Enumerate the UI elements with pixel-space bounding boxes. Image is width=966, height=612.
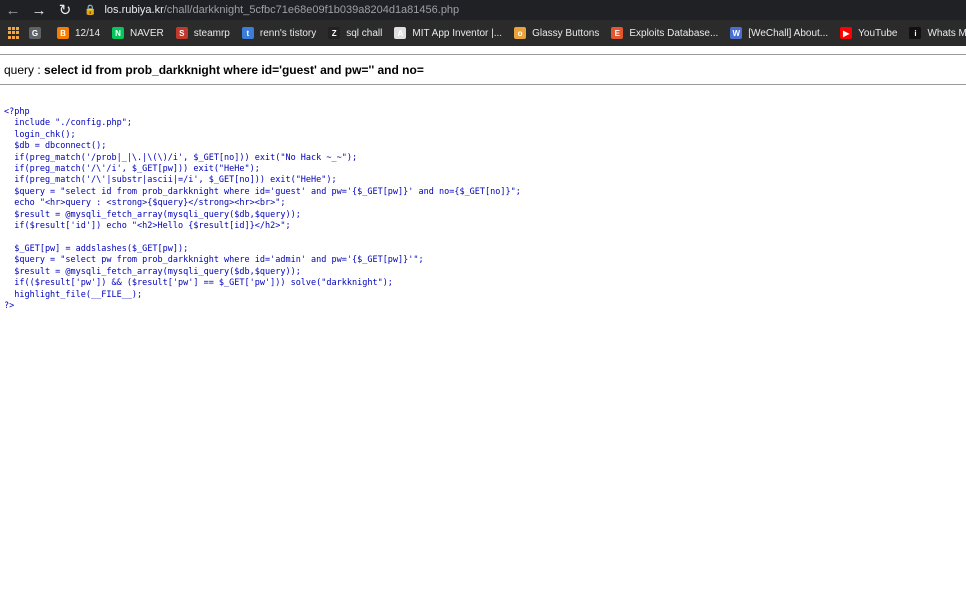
source-line: include "./config.php";: [4, 118, 132, 129]
app-inventor-icon: A: [394, 27, 407, 39]
php-source-code: <?php include "./config.php"; login_chk(…: [4, 107, 521, 312]
bookmark-item[interactable]: Zsql chall: [328, 27, 382, 39]
bookmark-item[interactable]: i Whats My IP A: [909, 27, 966, 39]
source-line: echo "<hr>query : <strong>{$query}</stro…: [4, 198, 286, 209]
globe-icon: G: [29, 27, 41, 39]
blogger-icon: B: [57, 27, 69, 39]
bookmark-label: Exploits Database...: [629, 27, 719, 39]
apps-grid-icon[interactable]: [8, 27, 19, 39]
bookmark-label: steamrp: [193, 27, 230, 39]
bookmark-item[interactable]: t renn's tistory: [241, 27, 317, 39]
bookmark-item[interactable]: W [WeChall] About...: [730, 27, 828, 39]
glassy-icon: o: [514, 27, 527, 39]
bookmark-item[interactable]: o Glassy Buttons: [514, 27, 599, 39]
back-arrow-icon[interactable]: ←: [0, 0, 26, 20]
bookmark-label: MIT App Inventor |...: [412, 27, 503, 39]
reload-icon[interactable]: ↻: [52, 0, 78, 20]
query-prefix: query :: [4, 63, 45, 77]
query-sql: select id from prob_darkknight where id=…: [44, 63, 424, 77]
youtube-icon: ▶: [840, 27, 853, 39]
source-line: if(preg_match('/prob|_|\.|\(\)/i', $_GET…: [4, 152, 358, 163]
naver-icon: N: [112, 27, 125, 39]
bookmark-label: Whats My IP A: [927, 27, 966, 39]
bookmark-label: 12/14: [75, 27, 101, 39]
lock-icon: 🔒: [84, 4, 97, 16]
ip-icon: i: [909, 27, 922, 39]
browser-toolbar: ← → ↻ 🔒 los.rubiya.kr /chall/darkknight_…: [0, 0, 966, 20]
bookmark-label: Glassy Buttons: [532, 27, 600, 39]
bookmark-item[interactable]: B 12/14: [57, 27, 100, 39]
source-line: if(preg_match('/\'/i', $_GET[pw])) exit(…: [4, 164, 260, 175]
exploitdb-icon: E: [611, 27, 624, 39]
source-line: $_GET[pw] = addslashes($_GET[pw]);: [4, 243, 189, 254]
tistory-icon: t: [241, 27, 254, 39]
source-line: ?>: [4, 300, 15, 311]
source-line: $result = @mysqli_fetch_array(mysqli_que…: [4, 209, 301, 220]
bookmark-item[interactable]: ▶ YouTube: [840, 27, 897, 39]
wechall-icon: W: [730, 27, 743, 39]
divider-top: [0, 54, 966, 55]
bookmark-label: [WeChall] About...: [748, 27, 829, 39]
source-line: <?php: [4, 107, 30, 117]
divider-bottom: [0, 84, 966, 85]
bookmarks-bar: G B 12/14 N NAVER Ssteamrp t renn's tistory Zsql…: [0, 20, 966, 46]
source-line: $result = @mysqli_fetch_array(mysqli_que…: [4, 266, 301, 277]
bookmark-item[interactable]: N NAVER: [112, 27, 164, 39]
bookmark-item[interactable]: A MIT App Inventor |...: [394, 27, 502, 39]
source-line: if($result['id']) echo "<h2>Hello {$resu…: [4, 221, 291, 232]
source-line: $db = dbconnect();: [4, 141, 107, 152]
z-icon: Z: [328, 27, 341, 39]
query-line: query : select id from prob_darkknight w…: [4, 63, 424, 77]
bookmark-item[interactable]: E Exploits Database...: [611, 27, 718, 39]
forward-arrow-icon[interactable]: →: [26, 0, 52, 20]
bookmark-label: renn's tistory: [259, 27, 317, 39]
source-line: if(($result['pw']) && ($result['pw'] == …: [4, 278, 393, 289]
source-line: if(preg_match('/\'|substr|ascii|=/i', $_…: [4, 175, 337, 186]
steam-icon: S: [175, 27, 188, 39]
source-line: $query = "select pw from prob_darkknight…: [4, 255, 424, 266]
bookmark-label: NAVER: [130, 27, 164, 39]
bookmark-item[interactable]: Ssteamrp: [175, 27, 230, 39]
source-line: $query = "select id from prob_darkknight…: [4, 186, 521, 197]
bookmark-item[interactable]: G: [29, 27, 47, 39]
address-bar[interactable]: 🔒 los.rubiya.kr /chall/darkknight_5cfbc7…: [84, 0, 459, 20]
url-host: los.rubiya.kr: [104, 4, 164, 16]
source-line: login_chk();: [4, 129, 76, 140]
source-line: highlight_file(__FILE__);: [4, 289, 143, 300]
bookmark-label: YouTube: [858, 27, 898, 39]
url-path: /chall/darkknight_5cfbc71e68e09f1b039a82…: [163, 4, 460, 16]
bookmark-label: sql chall: [346, 27, 383, 39]
